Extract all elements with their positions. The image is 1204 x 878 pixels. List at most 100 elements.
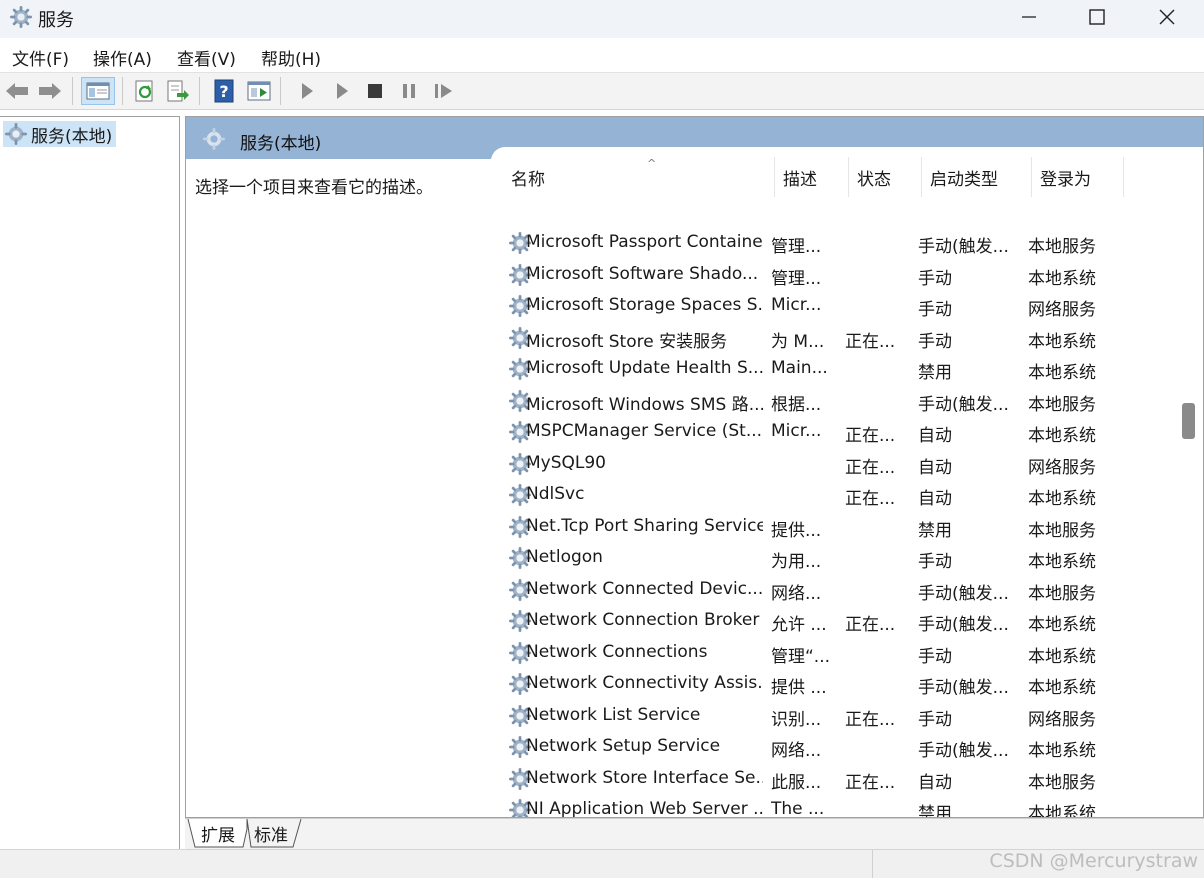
table-row[interactable]: Microsoft Windows SMS 路... 根据... 手动(触发... 本… (491, 385, 1191, 416)
cell-name: Microsoft Passport Container (526, 232, 763, 252)
cell-logon-as: 本地系统 (1028, 426, 1096, 446)
table-row[interactable]: Microsoft Storage Spaces S... Micr... 手动 网络… (491, 290, 1191, 321)
tree-item-services-local[interactable]: 服务(本地) (3, 121, 117, 147)
column-header-label: 名称 (511, 169, 545, 190)
services-list: ^ 名称 描述 状态 启动类型 登录为 Microsoft Passport C… (491, 147, 1203, 817)
table-row[interactable]: Network Setup Service 网络... 手动(触发... 本地系统 (491, 731, 1191, 762)
toolbar-separator (72, 77, 73, 105)
watermark: CSDN @Mercurystraw (989, 850, 1198, 872)
gear-icon (10, 6, 32, 28)
cell-description: 为用... (771, 552, 822, 572)
window-title: 服务 (38, 10, 74, 31)
table-row[interactable]: Network List Service 识别... 正在... 手动 网络服务 (491, 700, 1191, 731)
table-row[interactable]: MySQL90 正在... 自动 网络服务 (491, 448, 1191, 479)
maximize-button[interactable] (1062, 0, 1132, 34)
column-header-logon-as[interactable]: 登录为 (1032, 157, 1124, 197)
back-arrow-icon (6, 83, 28, 99)
cell-startup-type: 手动 (918, 300, 952, 320)
table-row[interactable]: Network Connection Broker 允许 ... 正在... 手动(触… (491, 605, 1191, 636)
minimize-button[interactable] (994, 0, 1064, 34)
cell-logon-as: 本地系统 (1028, 678, 1096, 698)
tab-standard[interactable]: 标准 (247, 819, 295, 847)
menu-help[interactable]: 帮助(H) (261, 45, 321, 70)
tab-extended[interactable]: 扩展 (195, 819, 241, 847)
maximize-icon (1089, 9, 1105, 25)
table-row[interactable]: Network Connections 管理“... 手动 本地系统 (491, 637, 1191, 668)
cell-name: Netlogon (526, 547, 603, 567)
menu-file[interactable]: 文件(F) (12, 45, 69, 70)
cell-name: Microsoft Store 安装服务 (526, 331, 728, 352)
properties-button[interactable] (245, 77, 273, 105)
cell-description: 允许 ... (771, 615, 827, 635)
table-row[interactable]: MSPCManager Service (St... Micr... 正在... 自动… (491, 416, 1191, 447)
cell-logon-as: 本地系统 (1028, 268, 1096, 289)
close-icon (1159, 9, 1175, 25)
menu-action[interactable]: 操作(A) (93, 45, 152, 70)
cell-logon-as: 本地系统 (1028, 741, 1096, 761)
table-row[interactable]: Network Connected Devic... 网络... 手动(触发... 本… (491, 574, 1191, 605)
close-button[interactable] (1132, 0, 1202, 34)
cell-name: MySQL90 (526, 452, 607, 473)
cell-startup-type: 手动 (918, 552, 952, 572)
cell-startup-type: 自动 (918, 489, 952, 509)
table-row[interactable]: Microsoft Update Health S... Main... 禁用 本地系… (491, 353, 1191, 384)
status-divider (872, 850, 873, 878)
resume-service-button[interactable] (430, 77, 458, 105)
cell-logon-as: 网络服务 (1028, 300, 1096, 320)
svg-text:?: ? (219, 82, 228, 101)
menu-view[interactable]: 查看(V) (177, 45, 236, 70)
forward-button[interactable] (36, 77, 64, 105)
table-row[interactable]: Microsoft Store 安装服务 为 M... 正在... 手动 本地系统 (491, 322, 1191, 353)
column-header-description[interactable]: 描述 (775, 157, 849, 197)
export-list-button[interactable] (164, 77, 192, 105)
cell-startup-type: 自动 (918, 772, 952, 793)
pause-service-button[interactable] (395, 77, 423, 105)
cell-startup-type: 自动 (918, 426, 952, 446)
show-console-tree-button[interactable] (81, 77, 115, 105)
table-row[interactable]: Netlogon 为用... 手动 本地系统 (491, 542, 1191, 573)
cell-startup-type: 手动(触发... (918, 237, 1009, 257)
help-icon: ? (214, 79, 234, 103)
cell-name: Network Connected Devic... (526, 578, 763, 599)
table-row[interactable]: NdlSvc 正在... 自动 本地系统 (491, 479, 1191, 510)
column-header-startup-type[interactable]: 启动类型 (922, 157, 1032, 197)
cell-name: Network Connections (526, 641, 708, 662)
cell-startup-type: 手动 (918, 646, 952, 667)
refresh-button[interactable] (131, 77, 159, 105)
start-service-button[interactable] (293, 77, 321, 105)
cell-status: 正在... (845, 331, 896, 352)
cell-name: Microsoft Storage Spaces S... (526, 295, 763, 315)
start-service-alt-button[interactable] (328, 77, 356, 105)
table-row[interactable]: Network Store Interface Se... 此服... 正在... 自… (491, 763, 1191, 794)
gear-icon (5, 123, 27, 145)
column-header-name[interactable]: ^ 名称 (503, 157, 775, 197)
vertical-scrollbar[interactable] (1177, 159, 1201, 815)
back-button[interactable] (3, 77, 31, 105)
column-header-status[interactable]: 状态 (849, 157, 922, 197)
table-row[interactable]: NI Application Web Server ... The ... 禁用 本地… (491, 794, 1191, 817)
table-row[interactable]: Microsoft Passport Container 管理... 手动(触发..… (491, 227, 1191, 258)
cell-description: 提供... (771, 520, 822, 541)
stop-service-button[interactable] (361, 77, 389, 105)
cell-description: 管理... (771, 268, 822, 289)
column-header-label: 启动类型 (930, 169, 998, 190)
scrollbar-thumb[interactable] (1182, 403, 1195, 439)
cell-logon-as: 本地系统 (1028, 331, 1096, 352)
cell-startup-type: 手动(触发... (918, 741, 1009, 761)
table-row[interactable]: Microsoft Software Shado... 管理... 手动 本地系统 (491, 259, 1191, 290)
cell-name: MSPCManager Service (St... (526, 421, 763, 441)
console-tree-icon (86, 82, 110, 100)
cell-logon-as: 本地系统 (1028, 646, 1096, 667)
cell-startup-type: 手动 (918, 709, 952, 730)
cell-name: Network Store Interface Se... (526, 767, 763, 788)
cell-name: Net.Tcp Port Sharing Service (526, 515, 763, 536)
cell-description: The ... (771, 799, 825, 817)
table-row[interactable]: Net.Tcp Port Sharing Service 提供... 禁用 本地服务 (491, 511, 1191, 542)
table-row[interactable]: Network Connectivity Assis... 提供 ... 手动(触发… (491, 668, 1191, 699)
help-button[interactable]: ? (210, 77, 238, 105)
cell-logon-as: 本地服务 (1028, 237, 1096, 257)
cell-description: 识别... (771, 709, 822, 730)
cell-description: 此服... (771, 772, 822, 793)
resume-icon (435, 84, 452, 98)
cell-status: 正在... (845, 709, 896, 730)
